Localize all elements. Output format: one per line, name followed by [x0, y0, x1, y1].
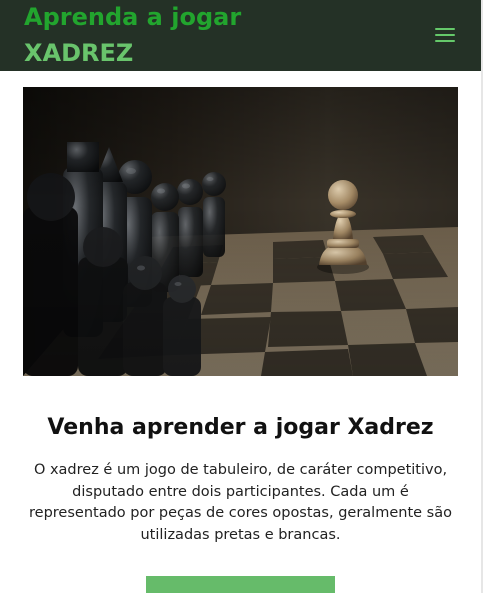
- site-title-line2[interactable]: XADREZ: [24, 38, 133, 68]
- page-headline: Venha aprender a jogar Xadrez: [47, 415, 434, 440]
- hero-chess-image: [23, 87, 458, 376]
- cta-button[interactable]: [146, 576, 335, 593]
- site-title-line1[interactable]: Aprenda a jogar: [24, 2, 241, 32]
- site-header: Aprenda a jogar XADREZ: [0, 0, 481, 71]
- hamburger-menu-icon[interactable]: [434, 25, 458, 45]
- page-description: O xadrez é um jogo de tabuleiro, de cará…: [29, 462, 452, 543]
